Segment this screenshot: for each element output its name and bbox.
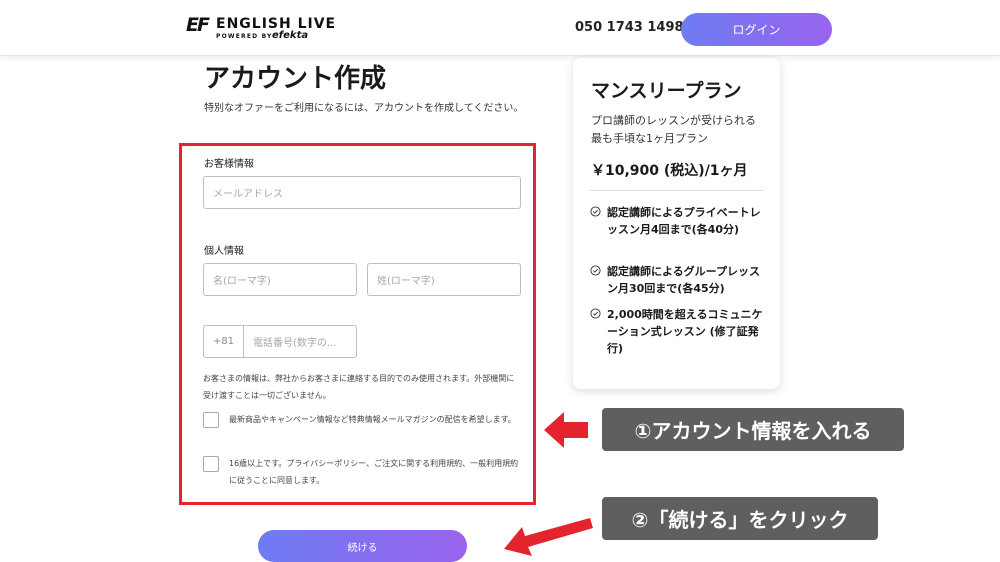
first-name-field[interactable]: 名(ローマ字) — [203, 263, 357, 296]
arrow-left-icon — [504, 518, 593, 556]
continue-button[interactable]: 続ける — [258, 530, 467, 562]
newsletter-checkbox-label: 最新商品やキャンペーン情報など特典情報メールマガジンの配信を希望します。 — [229, 415, 516, 424]
newsletter-checkbox[interactable] — [203, 412, 219, 428]
phone-field-group: +81 電話番号(数字の... — [203, 325, 357, 358]
phone-field[interactable]: 電話番号(数字の... — [244, 326, 356, 357]
plan-divider — [589, 190, 764, 191]
terms-checkbox-label: 16歳以上です。プライバシーポリシー、ご注文に関する利用規約、一般利用規約に従う… — [229, 459, 519, 485]
email-field[interactable]: メールアドレス — [203, 176, 521, 209]
annotation-step-2: ②「続ける」をクリック — [602, 497, 878, 540]
site-header: EF ENGLISH LIVE POWERED BY efekta 050 17… — [0, 0, 1000, 56]
check-circle-icon — [590, 308, 601, 319]
logo-powered-by: POWERED BY — [216, 33, 273, 40]
login-button[interactable]: ログイン — [681, 13, 832, 46]
check-circle-icon — [590, 206, 601, 217]
page-subtitle: 特別なオファーをご利用になるには、アカウントを作成してください。 — [204, 103, 524, 114]
plan-description: プロ講師のレッスンが受けられる最も手頃な1ヶ月プラン — [591, 114, 756, 145]
annotation-step-1: ①アカウント情報を入れる — [602, 408, 904, 451]
privacy-notice: お客さまの情報は、弊社からお客さまに連絡する目的でのみ使用されます。外部機関に受… — [203, 374, 515, 400]
plan-card: マンスリープラン プロ講師のレッスンが受けられる最も手頃な1ヶ月プラン ￥10,… — [573, 58, 780, 389]
logo-efekta: efekta — [272, 30, 309, 41]
plan-feature-text: 認定講師によるプライベートレッスン月4回まで(各40分) — [607, 206, 761, 236]
page-title: アカウント作成 — [204, 64, 387, 94]
phone-number[interactable]: 050 1743 1498 — [575, 20, 684, 35]
terms-checkbox[interactable] — [203, 456, 219, 472]
country-code-selector[interactable]: +81 — [204, 326, 244, 357]
check-circle-icon — [590, 265, 601, 276]
personal-info-label: 個人情報 — [204, 246, 244, 257]
plan-feature-text: 2,000時間を超えるコミュニケーション式レッスン (修了証発行) — [607, 308, 763, 355]
plan-feature-text: 認定講師によるグループレッスン月30回まで(各45分) — [607, 265, 761, 295]
last-name-field[interactable]: 姓(ローマ字) — [367, 263, 521, 296]
arrow-left-icon — [544, 412, 588, 448]
customer-info-label: お客様情報 — [204, 159, 254, 170]
plan-title: マンスリープラン — [591, 80, 742, 102]
ef-logo-mark: EF — [186, 14, 210, 36]
plan-price: ￥10,900 (税込)/1ヶ月 — [591, 163, 748, 179]
